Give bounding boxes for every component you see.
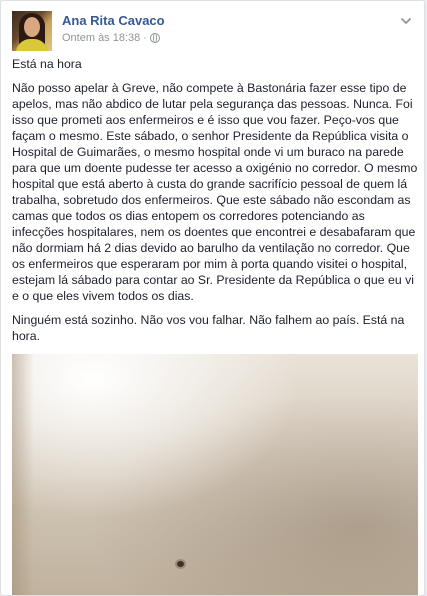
post-timestamp[interactable]: Ontem às 18:38	[62, 32, 140, 44]
globe-icon[interactable]	[149, 33, 160, 43]
post-header: Ana Rita Cavaco Ontem às 18:38 ·	[12, 11, 414, 51]
post-meta: Ontem às 18:38 ·	[62, 32, 160, 44]
meta-separator: ·	[143, 32, 147, 44]
feed-post: Ana Rita Cavaco Ontem às 18:38 · Está na …	[0, 0, 425, 596]
photo-wall-shadow	[12, 354, 34, 595]
avatar-face	[24, 17, 40, 37]
chevron-down-icon[interactable]	[400, 15, 412, 27]
post-paragraph: Está na hora	[12, 57, 82, 71]
wall-hole-icon	[177, 561, 184, 567]
author-name[interactable]: Ana Rita Cavaco	[62, 13, 165, 28]
post-photo[interactable]	[12, 354, 418, 595]
post-paragraph: Ninguém está sozinho. Não vos vou falhar…	[12, 313, 405, 343]
post-paragraph: Não posso apelar à Greve, não compete à …	[12, 81, 418, 303]
post-body: Está na hora Não posso apelar à Greve, n…	[12, 56, 418, 352]
avatar[interactable]	[12, 11, 52, 51]
